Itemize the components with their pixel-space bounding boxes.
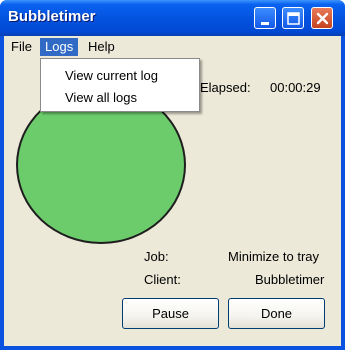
maximize-icon [287, 12, 300, 25]
logs-dropdown-menu: View current log View all logs [40, 58, 200, 112]
client-label: Client: [144, 272, 181, 287]
job-value: Minimize to tray [228, 249, 320, 264]
menu-bar: File Logs Help [4, 36, 341, 58]
app-window: Bubbletimer File Logs Help View current … [0, 0, 345, 350]
title-bar[interactable]: Bubbletimer [0, 0, 345, 36]
close-icon [316, 12, 329, 25]
menu-item-view-all-logs[interactable]: View all logs [65, 89, 137, 107]
elapsed-label: Elapsed: [200, 80, 251, 95]
menu-file[interactable]: File [6, 38, 37, 56]
done-button[interactable]: Done [228, 298, 325, 329]
elapsed-value: 00:00:29 [270, 80, 321, 95]
minimize-icon [261, 22, 269, 25]
client-value: Bubbletimer [255, 272, 325, 287]
pause-button[interactable]: Pause [122, 298, 219, 329]
window-client-area: File Logs Help View current log View all… [4, 36, 341, 346]
menu-item-view-current-log[interactable]: View current log [65, 67, 158, 85]
maximize-button[interactable] [282, 7, 304, 29]
menu-logs[interactable]: Logs [40, 38, 79, 56]
minimize-button[interactable] [254, 7, 276, 29]
job-label: Job: [144, 249, 169, 264]
close-button[interactable] [311, 7, 333, 29]
window-title: Bubbletimer [8, 8, 96, 25]
menu-help[interactable]: Help [83, 38, 120, 56]
